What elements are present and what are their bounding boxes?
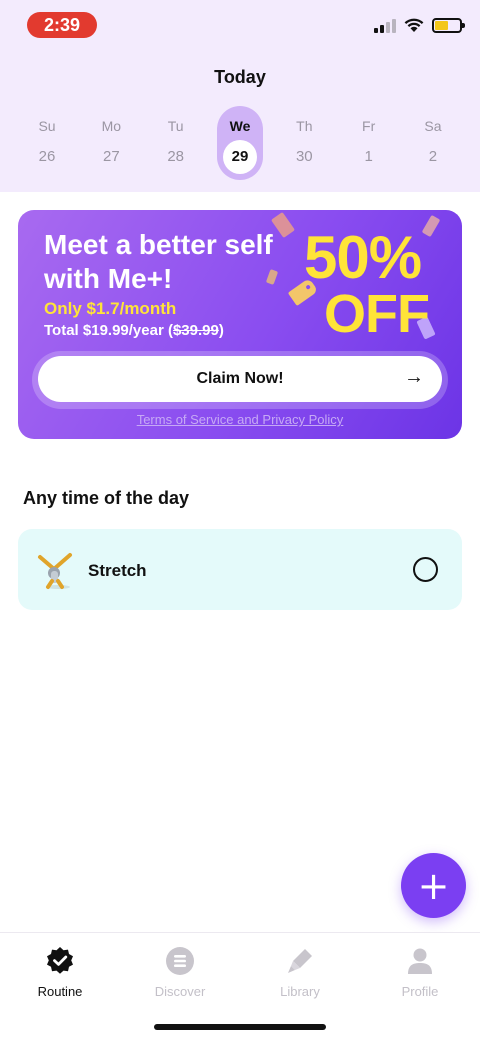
promo-banner[interactable]: Meet a better self with Me+! Only $1.7/m…: [18, 210, 462, 439]
day-number: 2: [428, 148, 438, 165]
habit-card-stretch[interactable]: Stretch: [18, 529, 462, 610]
arrow-right-icon: →: [404, 366, 424, 388]
tab-routine[interactable]: Routine: [0, 933, 120, 1003]
day-name: Tu: [167, 118, 184, 134]
status-icons: [374, 18, 465, 33]
week-strip: Su 26 Mo 27 Tu 28 We 29 Th 30 Fr 1 Sa 2: [15, 106, 465, 182]
pen-icon: [288, 949, 312, 973]
day-friday[interactable]: Fr 1: [337, 108, 401, 182]
wifi-icon: [404, 18, 424, 32]
section-title: Any time of the day: [23, 488, 190, 508]
day-wednesday-selected[interactable]: We 29: [208, 106, 272, 182]
discount-word: OFF: [324, 284, 430, 344]
original-price: $39.99: [172, 322, 219, 339]
day-number: 30: [295, 148, 313, 165]
day-monday[interactable]: Mo 27: [79, 108, 143, 182]
day-saturday[interactable]: Sa 2: [401, 108, 465, 182]
status-bar: 2:39: [0, 0, 480, 48]
tab-label: Library: [280, 984, 320, 999]
cellular-signal-icon: [374, 18, 396, 33]
day-tuesday[interactable]: Tu 28: [144, 108, 208, 182]
page-title: Today: [214, 67, 266, 87]
promo-title: Meet a better self with Me+!: [44, 229, 273, 294]
habit-name: Stretch: [88, 561, 147, 580]
tab-profile[interactable]: Profile: [360, 933, 480, 1003]
day-number: 29: [231, 148, 249, 165]
day-name: Su: [38, 118, 56, 134]
day-name: Mo: [101, 118, 122, 134]
battery-icon: [432, 18, 465, 33]
day-thursday[interactable]: Th 30: [272, 108, 336, 182]
stretch-figure-icon: [38, 553, 72, 589]
discount-percent: 50%: [304, 224, 422, 291]
habit-complete-checkbox[interactable]: [413, 557, 438, 582]
day-number: 28: [167, 148, 184, 165]
tab-library[interactable]: Library: [240, 933, 360, 1003]
add-habit-button[interactable]: +: [401, 853, 466, 918]
day-name: Fr: [362, 118, 376, 134]
header-area: 2:39 Today Su 26 Mo 27 Tu 28 We 29 Th 30…: [0, 0, 480, 192]
person-icon: [408, 948, 432, 974]
day-number: 26: [38, 148, 56, 165]
home-indicator: [154, 1024, 326, 1030]
promo-monthly-price: Only $1.7/month: [44, 299, 177, 318]
tab-label: Discover: [154, 984, 206, 999]
day-sunday[interactable]: Su 26: [15, 108, 79, 182]
day-name: Th: [296, 118, 313, 134]
claim-now-button[interactable]: Claim Now! →: [38, 356, 442, 402]
badge-check-icon: [47, 947, 73, 974]
terms-link[interactable]: Terms of Service and Privacy Policy: [18, 412, 462, 427]
tab-discover[interactable]: Discover: [120, 933, 240, 1003]
promo-total-price: Total $19.99/year ($39.99): [44, 322, 224, 339]
tab-label: Routine: [37, 984, 83, 999]
tab-label: Profile: [401, 984, 439, 999]
day-number: 1: [364, 148, 373, 165]
bottom-tab-bar: Routine Discover Library Profile: [0, 932, 480, 1039]
day-name: Sa: [424, 118, 442, 134]
confetti-decoration: [421, 214, 441, 238]
day-number: 27: [102, 148, 120, 165]
list-icon: [166, 947, 194, 975]
day-name: We: [229, 118, 251, 134]
claim-button-label: Claim Now!: [196, 370, 284, 387]
status-time: 2:39: [27, 12, 97, 38]
